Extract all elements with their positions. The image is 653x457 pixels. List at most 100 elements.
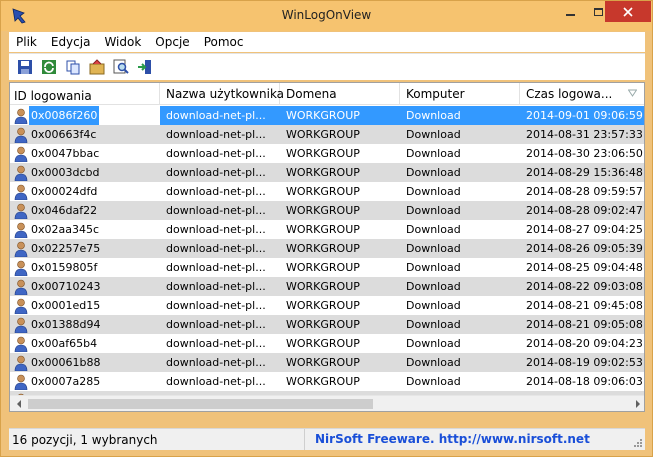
cell-domain: WORKGROUP — [286, 299, 360, 312]
find-button[interactable] — [111, 57, 131, 77]
window-title: WinLogOnView — [281, 8, 372, 22]
table-row[interactable]: 0x00061b88 download-net-pl... WORKGROUP Dow… — [10, 353, 644, 372]
table-row[interactable]: 0x00710243 download-net-pl... WORKGROUP Dow… — [10, 277, 644, 296]
logon-id-text: 0x00061b88 — [31, 356, 101, 369]
sort-descending-icon — [628, 89, 637, 97]
table-row[interactable]: 0x046daf22 download-net-pl... WORKGROUP Dow… — [10, 201, 644, 220]
logon-id-text: 0x02257e75 — [31, 242, 101, 255]
title-bar[interactable]: WinLogOnView — [1, 1, 652, 31]
copy-button[interactable] — [63, 57, 83, 77]
cell-computer: Download — [400, 106, 520, 125]
table-row[interactable]: 0x0086f260 download-net-pl... WORKGROUP Dow… — [10, 106, 644, 125]
cell-computer: Download — [406, 337, 461, 350]
menu-file[interactable]: Plik — [9, 32, 44, 52]
cell-user-name: download-net-pl... — [166, 299, 266, 312]
cell-computer: Download — [406, 299, 461, 312]
user-icon — [14, 298, 28, 314]
cell-computer: Download — [406, 223, 461, 236]
cell-user-name: download-net-pl... — [166, 261, 266, 274]
cell-domain: WORKGROUP — [286, 318, 360, 331]
properties-button[interactable] — [87, 57, 107, 77]
user-icon — [14, 260, 28, 276]
exit-button[interactable] — [135, 57, 155, 77]
logon-id-text: 0x01388d94 — [31, 318, 101, 331]
cell-logon-time: 2014-08-21 09:05:08 — [526, 318, 643, 331]
cell-computer: Download — [406, 147, 461, 160]
column-header-logon-time[interactable]: Czas logowa... — [520, 83, 644, 105]
table-row[interactable]: 0x00af65b4 download-net-pl... WORKGROUP Dow… — [10, 334, 644, 353]
cell-computer: Download — [406, 128, 461, 141]
menu-edit[interactable]: Edycja — [44, 32, 98, 52]
cell-domain: WORKGROUP — [286, 204, 360, 217]
table-row[interactable]: 0x0047bbac download-net-pl... WORKGROUP Dow… — [10, 144, 644, 163]
exit-icon — [138, 60, 151, 74]
scroll-right-button[interactable] — [629, 396, 644, 411]
close-icon — [623, 6, 633, 17]
cell-computer: Download — [406, 242, 461, 255]
cell-logon-id: 0x01388d94 — [10, 315, 160, 334]
cell-domain: WORKGROUP — [286, 128, 360, 141]
user-icon — [14, 184, 28, 200]
cell-domain: WORKGROUP — [280, 106, 400, 125]
table-row[interactable]: 0x01388d94 download-net-pl... WORKGROUP Dow… — [10, 315, 644, 334]
nirsoft-link[interactable]: NirSoft Freeware. http://www.nirsoft.net — [305, 429, 590, 450]
menu-options[interactable]: Opcje — [148, 32, 196, 52]
cell-logon-id: 0x02aa345c — [10, 220, 160, 239]
status-bar: 16 pozycji, 1 wybranych NirSoft Freeware… — [9, 428, 645, 450]
cell-computer: Download — [406, 375, 461, 388]
cell-user-name: download-net-pl... — [166, 356, 266, 369]
cell-logon-time: 2014-08-28 09:02:47 — [526, 204, 643, 217]
logon-id-text: 0x0007a285 — [31, 375, 101, 388]
resize-grip-icon[interactable] — [633, 438, 643, 448]
column-header-computer[interactable]: Komputer — [400, 83, 520, 105]
cell-logon-time: 2014-08-20 09:04:23 — [526, 337, 643, 350]
cell-computer: Download — [406, 318, 461, 331]
user-icon — [14, 355, 28, 371]
copy-icon — [66, 60, 80, 75]
cell-logon-id: 0x00af65b4 — [10, 334, 160, 353]
column-header-logon-id[interactable]: ID logowania — [10, 83, 160, 105]
table-row[interactable]: 0x0159805f download-net-pl... WORKGROUP Dow… — [10, 258, 644, 277]
scrollbar-thumb[interactable] — [28, 399, 373, 409]
cell-domain: WORKGROUP — [286, 147, 360, 160]
cell-logon-id: 0x0003dcbd — [10, 163, 160, 182]
cell-domain: WORKGROUP — [286, 337, 360, 350]
logon-id-text: 0x0086f260 — [29, 106, 100, 125]
user-icon — [14, 203, 28, 219]
logon-id-text: 0x0001ed15 — [31, 299, 101, 312]
logon-list[interactable]: ID logowania Nazwa użytkownika Domena Ko… — [9, 82, 645, 412]
save-button[interactable] — [15, 57, 35, 77]
table-row[interactable]: 0x02257e75 download-net-pl... WORKGROUP Dow… — [10, 239, 644, 258]
table-row[interactable]: 0x0001ed15 download-net-pl... WORKGROUP Dow… — [10, 296, 644, 315]
cell-user-name: download-net-pl... — [166, 185, 266, 198]
menu-help[interactable]: Pomoc — [197, 32, 251, 52]
horizontal-scrollbar[interactable] — [10, 395, 644, 411]
cell-computer: Download — [406, 166, 461, 179]
column-header-domain[interactable]: Domena — [280, 83, 400, 105]
table-row[interactable]: 0x00663f4c download-net-pl... WORKGROUP Dow… — [10, 125, 644, 144]
cell-logon-id: 0x00710243 — [10, 277, 160, 296]
column-header-user-name[interactable]: Nazwa użytkownika — [160, 83, 284, 105]
close-button[interactable] — [605, 1, 651, 22]
cell-logon-id: 0x0159805f — [10, 258, 160, 277]
cell-user-name: download-net-pl... — [166, 147, 266, 160]
cell-domain: WORKGROUP — [286, 356, 360, 369]
cell-logon-id: 0x00024dfd — [10, 182, 160, 201]
user-icon — [14, 336, 28, 352]
minimize-button[interactable] — [556, 1, 585, 22]
cell-computer: Download — [406, 185, 461, 198]
menu-view[interactable]: Widok — [97, 32, 148, 52]
scroll-left-button[interactable] — [10, 396, 27, 411]
table-row[interactable]: 0x00024dfd download-net-pl... WORKGROUP Dow… — [10, 182, 644, 201]
table-row[interactable]: 0x02aa345c download-net-pl... WORKGROUP Dow… — [10, 220, 644, 239]
app-window: WinLogOnView Plik Edycja Widok Opcje Pom… — [0, 0, 653, 457]
cell-computer: Download — [406, 261, 461, 274]
refresh-button[interactable] — [39, 57, 59, 77]
table-row[interactable]: 0x0003dcbd download-net-pl... WORKGROUP Dow… — [10, 163, 644, 182]
cell-user-name: download-net-pl... — [166, 318, 266, 331]
cell-domain: WORKGROUP — [286, 280, 360, 293]
logon-id-text: 0x00663f4c — [31, 128, 97, 141]
save-icon — [18, 60, 32, 74]
user-icon — [14, 279, 28, 295]
table-row[interactable]: 0x0007a285 download-net-pl... WORKGROUP Dow… — [10, 372, 644, 391]
